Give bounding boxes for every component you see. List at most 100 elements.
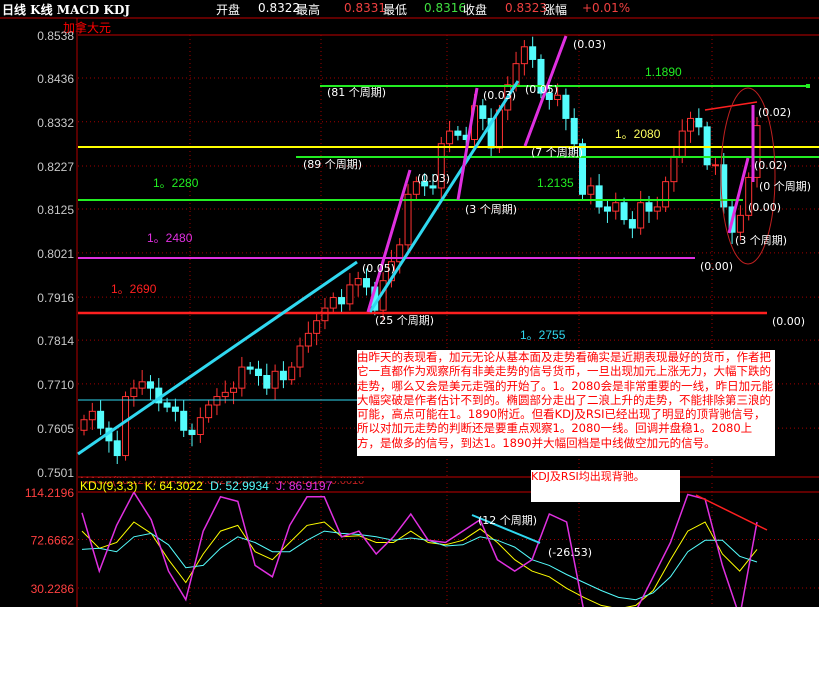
candle-body: [612, 202, 620, 212]
candle[interactable]: [487, 108, 495, 157]
candle[interactable]: [230, 381, 238, 405]
candle[interactable]: [254, 360, 262, 386]
candle-body: [396, 244, 404, 263]
candle[interactable]: [620, 197, 628, 225]
candle-body: [595, 185, 603, 208]
candle[interactable]: [246, 362, 254, 375]
candle-body: [562, 94, 570, 119]
candle-body: [603, 206, 611, 212]
kdj-line-d: [81, 530, 758, 601]
candle[interactable]: [205, 399, 213, 423]
candle[interactable]: [670, 147, 678, 192]
y-axis: 0.8538 0.8436 0.8332 0.8227 0.8125 0.8021 0.79…: [25, 29, 74, 596]
annotation: (0.05): [525, 83, 558, 96]
candle-body: [180, 410, 188, 431]
candle-body: [529, 46, 537, 60]
candle-body: [122, 396, 130, 457]
candle-body: [678, 130, 686, 157]
candle[interactable]: [288, 362, 296, 385]
candle[interactable]: [454, 126, 462, 141]
y-tick-label: 0.7916: [37, 291, 74, 305]
candle[interactable]: [180, 399, 188, 438]
candle[interactable]: [703, 121, 711, 170]
annotation: (25 个周期): [375, 314, 434, 327]
candle[interactable]: [171, 398, 179, 422]
candle-body: [163, 402, 171, 408]
candle[interactable]: [662, 176, 670, 212]
candle-body: [620, 202, 628, 221]
candle-body: [628, 219, 636, 229]
candle-body: [246, 366, 254, 370]
hline-handle[interactable]: [806, 84, 810, 88]
kdj-lines: [81, 492, 758, 607]
candle[interactable]: [296, 337, 304, 378]
candle[interactable]: [113, 430, 121, 464]
candle[interactable]: [695, 108, 703, 136]
candle-body: [130, 387, 138, 398]
candle-body: [171, 406, 179, 412]
trendline-cyan-2[interactable]: [368, 80, 520, 313]
candle[interactable]: [122, 391, 130, 461]
candle[interactable]: [562, 88, 570, 131]
candle-body: [637, 202, 645, 229]
candle[interactable]: [97, 399, 105, 435]
y-tick-label: 0.8538: [37, 29, 74, 43]
candle[interactable]: [753, 117, 761, 188]
candle[interactable]: [603, 200, 611, 223]
candle[interactable]: [271, 364, 279, 400]
candle[interactable]: [263, 363, 271, 395]
candle[interactable]: [354, 271, 362, 297]
kdj-legend-name: KDJ(9,3,3): [80, 479, 137, 493]
candle[interactable]: [138, 370, 146, 395]
candle[interactable]: [628, 211, 636, 239]
candle[interactable]: [188, 423, 196, 447]
annotation: (3 个周期): [735, 234, 787, 247]
candle[interactable]: [404, 184, 412, 254]
candle[interactable]: [105, 421, 113, 453]
trendline-magenta-1[interactable]: [366, 169, 412, 313]
annotation: (7 个周期): [531, 146, 583, 159]
price-chart: 0.8538 0.8436 0.8332 0.8227 0.8125 0.8021 0.79…: [0, 17, 819, 607]
candle-body: [711, 164, 719, 167]
chart-area[interactable]: 日线 K线 MACD KDJ 开盘 0.8322 最高 0.8331 最低 0.…: [0, 0, 819, 607]
candle[interactable]: [304, 321, 312, 353]
candle-body: [263, 374, 271, 389]
kdj-annotation: (-26.53): [548, 546, 592, 559]
candle[interactable]: [88, 402, 96, 430]
level-label-11890: 1.1890: [645, 65, 682, 79]
y-tick-label: 0.8125: [37, 203, 74, 217]
candle[interactable]: [595, 174, 603, 214]
candle[interactable]: [346, 273, 354, 311]
candle-body: [146, 381, 154, 389]
candle-body: [570, 117, 578, 145]
candle-body: [653, 206, 661, 212]
candle[interactable]: [213, 388, 221, 416]
candle[interactable]: [130, 379, 138, 407]
candle-body: [213, 396, 221, 406]
candle-body: [321, 307, 329, 322]
candle[interactable]: [238, 356, 246, 397]
candle[interactable]: [529, 36, 537, 68]
kdj-legend-d: D: 52.9934: [210, 479, 269, 493]
candle[interactable]: [338, 289, 346, 314]
candle[interactable]: [80, 414, 88, 436]
candle[interactable]: [155, 378, 163, 412]
y-tick-label: 0.7814: [37, 334, 74, 348]
candle[interactable]: [479, 99, 487, 131]
candle[interactable]: [329, 292, 337, 314]
candle[interactable]: [637, 190, 645, 235]
y-tick-label: 0.8332: [37, 116, 74, 130]
candle-body: [196, 417, 204, 435]
level-label-12080: 1。2080: [615, 127, 661, 141]
candle[interactable]: [687, 111, 695, 143]
candle[interactable]: [196, 407, 204, 443]
candle[interactable]: [612, 192, 620, 220]
candle[interactable]: [279, 361, 287, 389]
candle[interactable]: [146, 375, 154, 400]
candle[interactable]: [711, 156, 719, 175]
candle[interactable]: [520, 40, 528, 76]
candle-body: [113, 440, 121, 457]
annotation: (0.02): [754, 159, 787, 172]
kdj-legend-k: K: 64.3022: [145, 479, 203, 493]
candle-body: [736, 214, 744, 233]
